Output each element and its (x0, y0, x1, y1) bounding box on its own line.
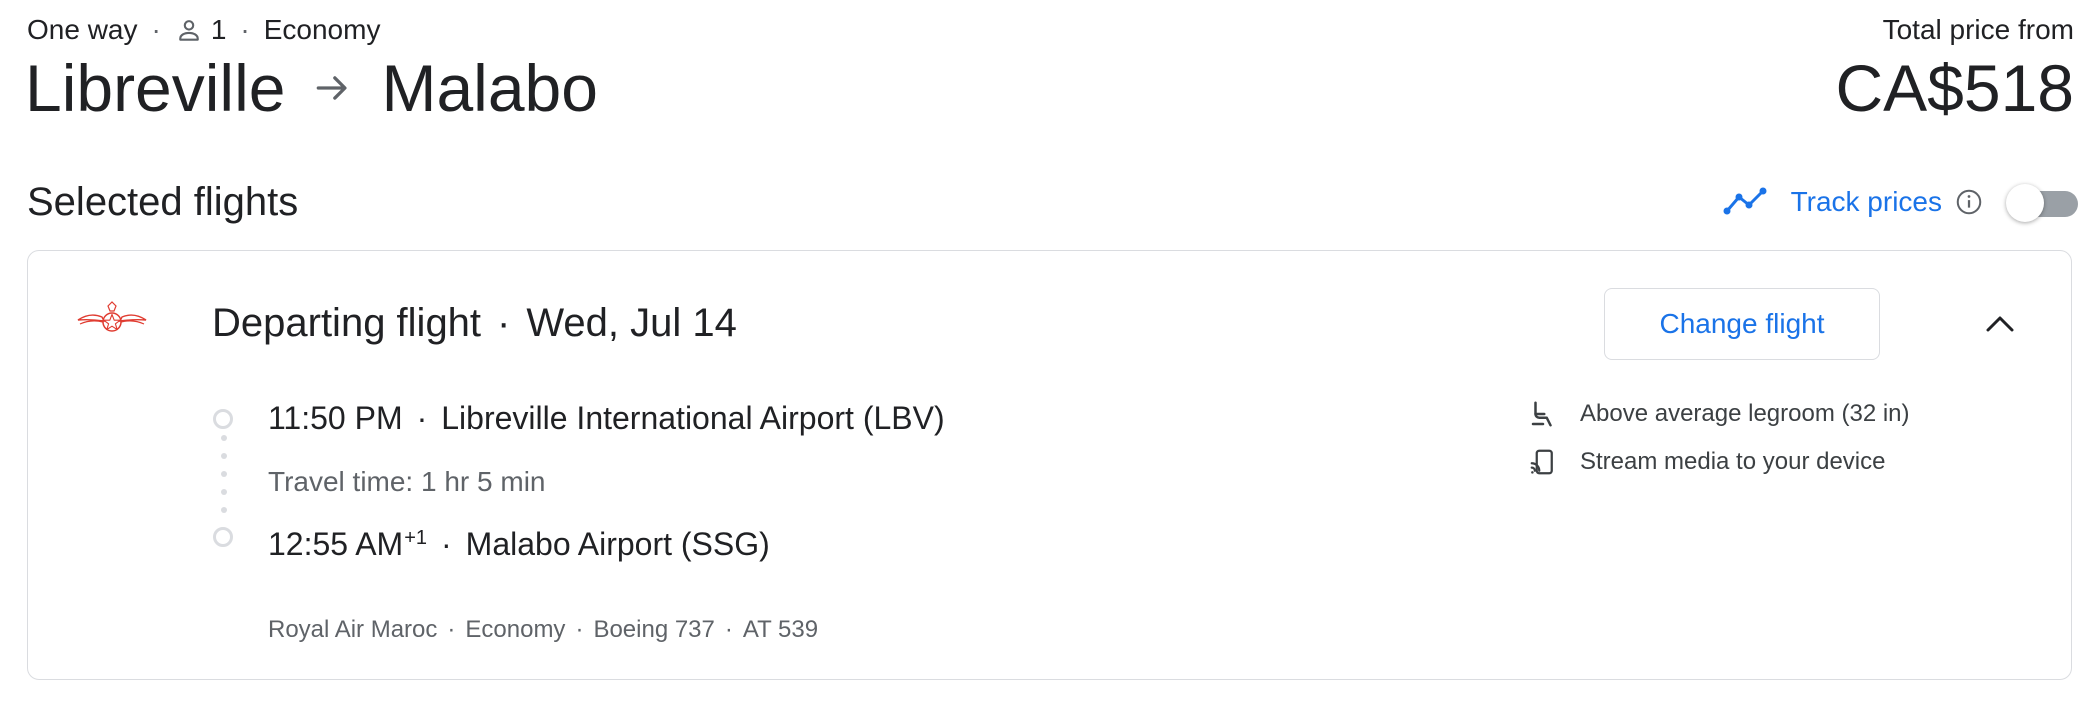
route-title: Libreville Malabo (25, 50, 598, 126)
arrival-row: 12:55 AM +1 · Malabo Airport (SSG) (268, 522, 770, 566)
separator-dot: · (575, 616, 584, 643)
timeline-end-dot (213, 527, 233, 547)
section-title: Selected flights (27, 179, 299, 224)
amenity-stream-media: Stream media to your device (1528, 444, 1885, 480)
timeline-connector (221, 435, 227, 523)
separator-dot: · (447, 616, 456, 643)
amenity-label: Above average legroom (32 in) (1580, 400, 1910, 427)
person-icon (175, 16, 203, 44)
separator-dot: · (151, 14, 161, 45)
total-price: CA$518 (1835, 51, 2074, 125)
arrival-airport: Malabo Airport (SSG) (465, 525, 770, 562)
arrival-time: 12:55 AM (268, 525, 404, 562)
stream-media-icon (1528, 447, 1558, 477)
origin-city: Libreville (25, 51, 286, 125)
airline-name: Royal Air Maroc (268, 616, 438, 643)
price-label: Total price from (1882, 14, 2074, 45)
flight-number: AT 539 (742, 616, 819, 643)
royal-air-maroc-logo (76, 300, 148, 340)
destination-city: Malabo (381, 51, 598, 125)
change-flight-button[interactable]: Change flight (1604, 288, 1880, 360)
arrival-day-offset: +1 (404, 526, 428, 549)
legroom-icon (1528, 399, 1558, 429)
departure-row: 11:50 PM · Libreville International Airp… (268, 396, 945, 440)
amenity-legroom: Above average legroom (32 in) (1528, 396, 1910, 432)
separator-dot: · (441, 525, 452, 562)
passenger-count: 1 (210, 14, 227, 45)
chevron-up-icon[interactable] (1978, 304, 2022, 344)
trend-icon (1723, 187, 1769, 217)
timeline-start-dot (213, 409, 233, 429)
track-prices-label[interactable]: Track prices (1791, 186, 1942, 218)
separator-dot: · (240, 14, 250, 45)
track-prices: Track prices (1723, 180, 2078, 224)
flight-details: Royal Air Maroc · Economy · Boeing 737 ·… (268, 614, 818, 646)
trip-summary: One way · 1 · Economy (27, 10, 380, 50)
trip-type: One way (27, 14, 138, 45)
separator-dot: · (724, 616, 733, 643)
info-icon[interactable] (1954, 187, 1984, 217)
separator-dot: · (497, 300, 511, 345)
aircraft: Boeing 737 (593, 616, 715, 643)
departing-flight-heading: Departing flight · Wed, Jul 14 (212, 297, 737, 349)
separator-dot: · (416, 399, 428, 436)
travel-time: Travel time: 1 hr 5 min (268, 466, 546, 497)
amenity-label: Stream media to your device (1580, 448, 1886, 475)
arrow-right-icon (311, 66, 355, 110)
flight-date: Wed, Jul 14 (526, 300, 737, 345)
cabin: Economy (465, 616, 566, 643)
flight-direction-label: Departing flight (212, 300, 482, 345)
toggle-knob (2006, 184, 2044, 222)
cabin-class: Economy (263, 14, 381, 45)
departure-airport: Libreville International Airport (LBV) (441, 399, 945, 436)
departure-time: 11:50 PM (268, 399, 403, 436)
track-prices-toggle[interactable] (2006, 182, 2078, 222)
